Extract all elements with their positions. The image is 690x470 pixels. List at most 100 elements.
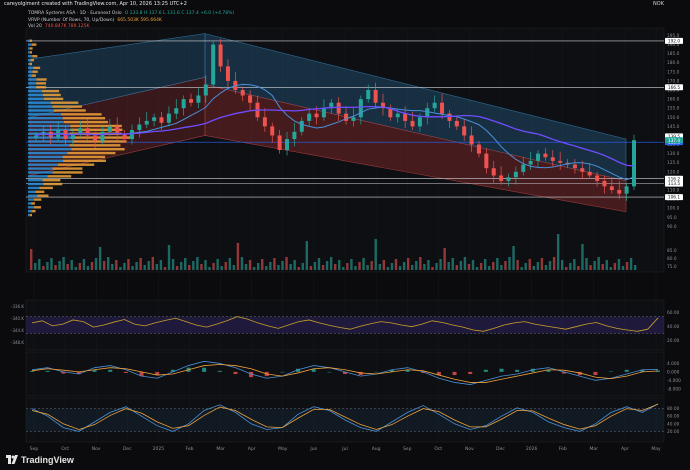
- y-tick-label: 170.0: [667, 78, 680, 84]
- macd-histogram-bar: [499, 368, 504, 372]
- candle-body: [351, 117, 356, 121]
- candle-body: [321, 108, 326, 118]
- volume-bar: [577, 266, 580, 270]
- vrvp-bar-up: [28, 74, 32, 77]
- volume-bar: [265, 266, 268, 270]
- vrvp-bar-down: [43, 97, 64, 101]
- volume-bar: [261, 259, 264, 270]
- volume-bar: [281, 261, 284, 270]
- vrvp-bar-down: [31, 74, 36, 77]
- volume-bar: [565, 267, 568, 270]
- volume-bar: [560, 260, 564, 270]
- volume-bar: [479, 263, 483, 270]
- candle-body: [454, 120, 459, 127]
- vrvp-bar-down: [57, 163, 95, 166]
- vrvp-bar-down: [36, 78, 47, 81]
- volume-bar: [366, 265, 369, 270]
- macd-histogram-bar: [468, 371, 473, 374]
- vrvp-bar-down: [32, 55, 38, 58]
- candle-body: [181, 99, 186, 109]
- y-tick-label: 155.0: [667, 106, 680, 112]
- volume-bar: [338, 260, 341, 270]
- x-tick-label: 2026: [526, 446, 538, 452]
- volume-bar: [512, 246, 515, 270]
- volume-bar: [135, 262, 138, 270]
- volume-bar: [70, 260, 73, 270]
- volume-bar: [297, 267, 300, 270]
- candle-body: [159, 117, 164, 123]
- macd-histogram-bar: [123, 371, 128, 373]
- x-tick-label: Oct: [434, 446, 442, 452]
- macd-histogram-bar: [202, 367, 207, 372]
- vrvp-bar-down: [52, 167, 83, 170]
- vrvp-bar-up: [28, 190, 36, 194]
- volume-bar: [573, 259, 576, 270]
- vrvp-bar-up: [28, 58, 31, 62]
- y-tick-label: 130.0: [667, 151, 680, 157]
- vrvp-bar-up: [28, 182, 44, 186]
- candle-body: [277, 135, 282, 150]
- volume-bar: [334, 264, 337, 270]
- candle-body: [476, 144, 481, 154]
- volume-bar: [293, 260, 296, 270]
- candle-body: [93, 135, 98, 141]
- candle-body: [417, 117, 422, 127]
- chart-canvas[interactable]: Sep Oct Nov Dec 2025 Feb Mar Apr May Jun Jul Aug Sep…: [0, 0, 690, 470]
- volume-bar: [127, 259, 130, 270]
- volume-bar: [50, 258, 53, 270]
- x-tick-label: Jul: [341, 446, 347, 452]
- volume-tick-label: 75.0: [667, 264, 677, 270]
- vrvp-bar-down: [42, 93, 61, 97]
- x-tick-label: Mar: [216, 446, 225, 452]
- volume-bar: [256, 263, 260, 270]
- candle-body: [196, 95, 201, 103]
- candle-body: [166, 113, 171, 123]
- volume-bar: [406, 258, 410, 270]
- volume-bar: [475, 267, 479, 270]
- volume-bar: [569, 263, 572, 270]
- volume-bar: [362, 258, 365, 270]
- vrvp-bar-up: [28, 198, 35, 201]
- vrvp-bar-down: [29, 213, 32, 217]
- volume-bar: [528, 259, 531, 270]
- candle-body: [550, 157, 555, 161]
- x-tick-label: Sep: [403, 446, 412, 452]
- volume-bar: [358, 262, 361, 270]
- macd-right-tick: -8.000: [667, 386, 681, 392]
- volume-bar: [167, 245, 171, 270]
- vrvp-bar-down: [36, 82, 47, 85]
- rsi-left-tick: -336.K: [11, 304, 24, 309]
- candle-body: [624, 186, 629, 194]
- y-tick-label: 95.0: [667, 215, 677, 221]
- volume-bar: [301, 263, 304, 270]
- vrvp-bar-up: [28, 202, 32, 205]
- volume-bar: [488, 266, 491, 270]
- volume-bar: [374, 239, 377, 270]
- volume-bar: [216, 259, 219, 270]
- vrvp-bar-up: [28, 155, 63, 159]
- volume-bar: [471, 260, 475, 270]
- volume-bar: [277, 265, 280, 270]
- candle-body: [521, 164, 526, 172]
- volume-bar: [228, 258, 232, 270]
- volume-bar: [74, 267, 77, 270]
- candle-body: [129, 130, 134, 140]
- y-tick-label: 100.0: [667, 206, 680, 212]
- macd-histogram-bar: [233, 371, 238, 374]
- volume-bar: [305, 241, 309, 270]
- volume-bar: [192, 261, 195, 270]
- volume-bar: [463, 257, 467, 270]
- vrvp-bar-down: [35, 190, 45, 194]
- vrvp-bar-down: [34, 198, 42, 201]
- candle-body: [314, 113, 319, 118]
- volume-bar: [151, 257, 154, 270]
- volume-bar: [325, 261, 329, 270]
- candle-body: [203, 84, 208, 96]
- vrvp-bar-up: [28, 175, 48, 178]
- volume-bar: [196, 257, 199, 270]
- candle-body: [336, 102, 341, 114]
- candle-body: [366, 90, 371, 100]
- vrvp-bar-up: [28, 93, 43, 97]
- volume-bar: [423, 264, 426, 270]
- macd-histogram-bar: [624, 369, 629, 372]
